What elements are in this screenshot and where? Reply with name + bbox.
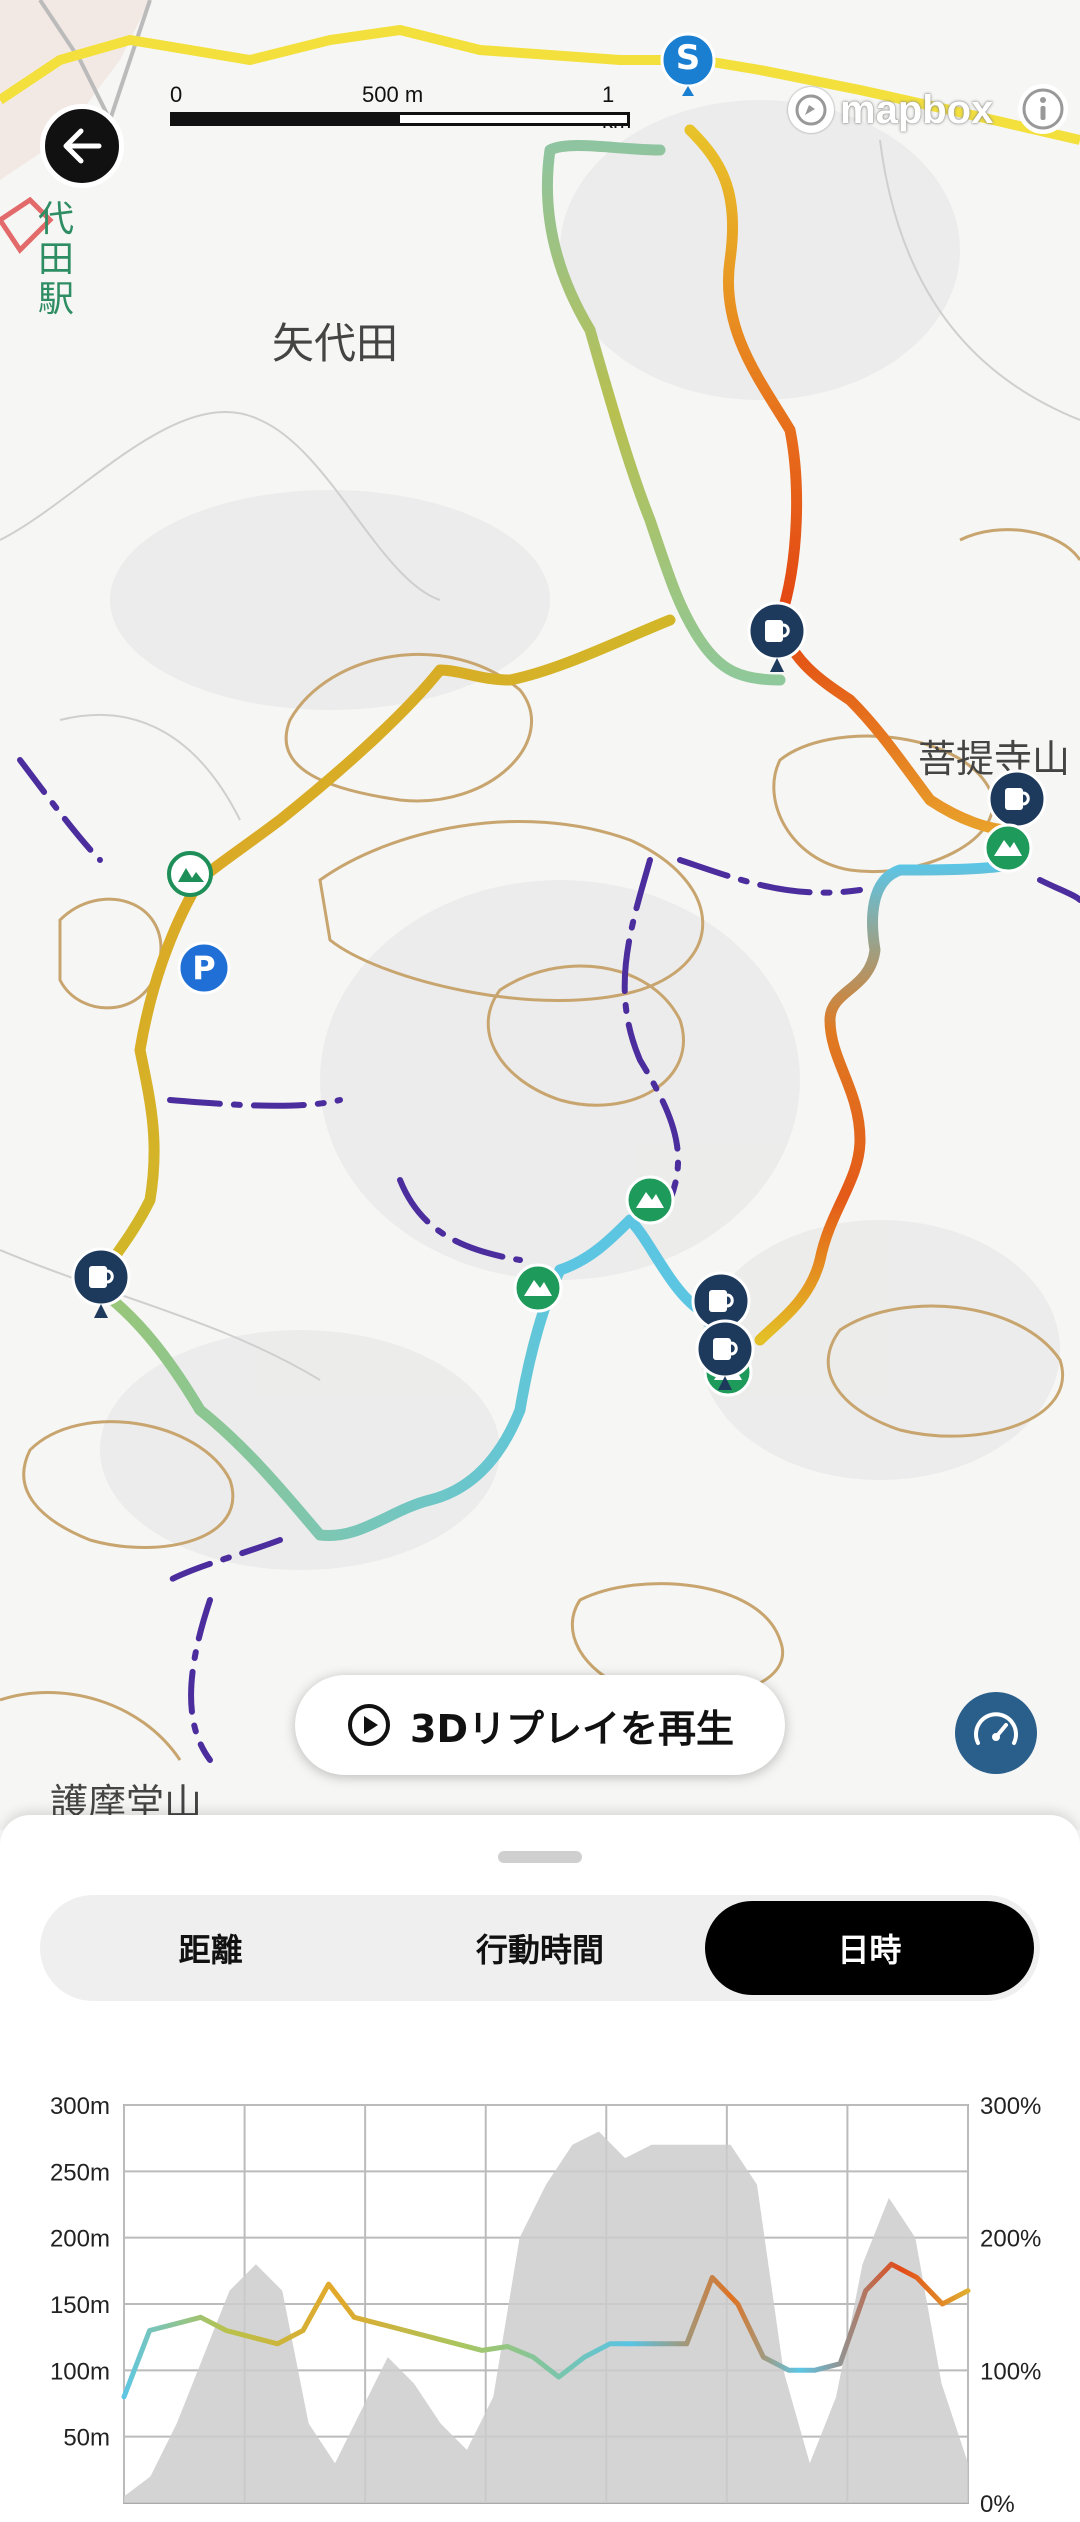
mountain-icon xyxy=(513,1263,563,1313)
place-label-station: 代田駅 xyxy=(38,199,75,320)
map-view[interactable]: 矢代田 護摩堂山 菩提寺山 代田駅 0 500 m 1 km mapbox S … xyxy=(0,0,1080,1830)
y-right-tick-label: 0% xyxy=(980,2491,1015,2515)
scale-label-zero: 0 xyxy=(170,82,183,107)
cup-icon xyxy=(695,1319,755,1390)
y-left-tick-label: 150m xyxy=(50,2292,110,2319)
tab-distance[interactable]: 距離 xyxy=(46,1901,375,1995)
cup-icon xyxy=(747,601,807,672)
y-right-tick-label: 100% xyxy=(980,2358,1041,2385)
elevation-area xyxy=(124,2131,968,2503)
parking-marker-label: P xyxy=(192,949,216,987)
parking-marker[interactable]: P xyxy=(176,940,232,996)
y-right-tick-label: 200% xyxy=(980,2226,1041,2253)
map-scale-bar: 0 500 m 1 km xyxy=(170,82,640,133)
back-button[interactable] xyxy=(40,104,124,188)
mapbox-logo[interactable]: mapbox xyxy=(788,82,993,138)
rest-marker-3[interactable] xyxy=(70,1246,132,1324)
rest-marker-5[interactable] xyxy=(694,1318,756,1396)
y-left-tick-label: 300m xyxy=(50,2093,110,2120)
play-circle-icon xyxy=(348,1704,390,1746)
y-right-tick-label: 300% xyxy=(980,2093,1041,2120)
scale-bar-graphic xyxy=(170,112,630,126)
mapbox-icon xyxy=(788,87,834,133)
y-left-tick-label: 100m xyxy=(50,2358,110,2385)
summit-marker-2[interactable] xyxy=(512,1262,564,1314)
replay-3d-button[interactable]: 3Dリプレイを再生 xyxy=(295,1675,785,1775)
start-marker[interactable]: S xyxy=(660,32,716,102)
tab-datetime[interactable]: 日時 xyxy=(704,1901,1034,1995)
trailhead-icon xyxy=(167,851,213,897)
mountain-icon xyxy=(625,1175,675,1225)
scale-label-1km: 1 km xyxy=(602,82,631,133)
arrow-left-icon xyxy=(63,128,102,164)
x-axis-mode-tabs: 距離 行動時間 日時 xyxy=(40,1895,1040,2001)
tab-activity-time[interactable]: 行動時間 xyxy=(375,1901,704,1995)
speedometer-button[interactable] xyxy=(955,1692,1037,1774)
sheet-drag-handle[interactable] xyxy=(498,1851,582,1863)
scale-label-500m: 500 m xyxy=(362,82,424,107)
y-left-tick-label: 250m xyxy=(50,2159,110,2186)
start-marker-label: S xyxy=(675,38,701,78)
place-label-yashiroda: 矢代田 xyxy=(272,319,399,368)
y-axis-left-labels: 300m 250m 200m 150m 100m 50m xyxy=(50,2093,110,2452)
summit-marker-3[interactable] xyxy=(624,1174,676,1226)
speedometer-icon xyxy=(974,1712,1018,1745)
y-left-tick-label: 200m xyxy=(50,2226,110,2253)
cup-icon xyxy=(71,1247,131,1318)
mapbox-logo-text: mapbox xyxy=(840,87,994,132)
trailhead-marker[interactable] xyxy=(166,850,214,898)
y-left-tick-label: 50m xyxy=(63,2425,110,2452)
attribution-info-icon[interactable] xyxy=(1018,84,1068,134)
bottom-sheet: 距離 行動時間 日時 300m 250m 200m 150m 100m 50m 300% 2… xyxy=(0,1815,1080,2522)
replay-3d-label: 3Dリプレイを再生 xyxy=(410,1706,734,1751)
topographic-map xyxy=(0,0,1080,1763)
mountain-icon xyxy=(983,823,1033,873)
y-axis-right-labels: 300% 200% 100% 0% xyxy=(980,2093,1041,2515)
rest-marker-1[interactable] xyxy=(746,600,808,678)
elevation-chart[interactable]: 300m 250m 200m 150m 100m 50m 300% 200% 100% 0% 1… xyxy=(0,2045,1080,2515)
summit-marker-1[interactable] xyxy=(982,822,1034,874)
